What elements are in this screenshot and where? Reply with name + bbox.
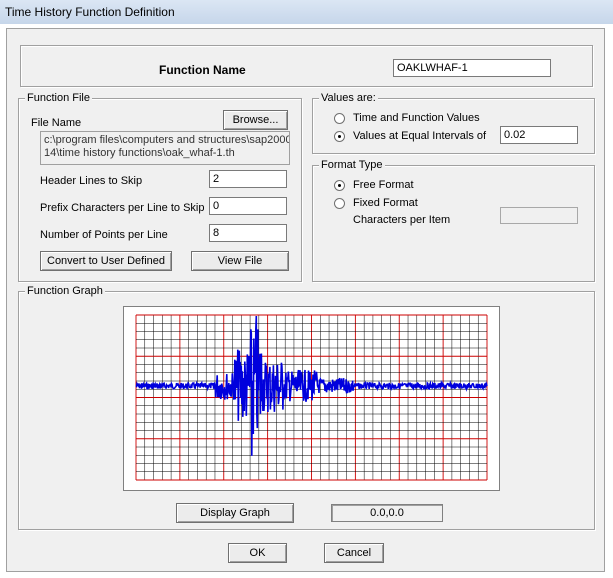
file-name-label: File Name [31, 117, 82, 129]
chars-per-item-label: Characters per Item [353, 214, 451, 226]
window-title: Time History Function Definition [5, 5, 175, 19]
interval-field[interactable]: 0.02 [500, 126, 578, 144]
header-lines-label: Header Lines to Skip [40, 175, 143, 187]
dialog-window: Time History Function Definition Functio… [0, 0, 613, 578]
function-graph-group: Function Graph Display Graph 0.0,0.0 [18, 285, 595, 530]
ok-button[interactable]: OK [228, 543, 287, 563]
fixed-format-label: Fixed Format [353, 197, 418, 209]
free-format-radio[interactable] [334, 180, 345, 191]
time-function-values-label: Time and Function Values [353, 112, 480, 124]
function-name-field[interactable]: OAKLWHAF-1 [393, 59, 551, 77]
function-file-group: Function File File Name Browse... c:\pro… [18, 92, 302, 282]
fixed-format-radio[interactable] [334, 198, 345, 209]
prefix-chars-field[interactable]: 0 [209, 197, 287, 215]
graph-frame [123, 306, 500, 491]
points-per-line-field[interactable]: 8 [209, 224, 287, 242]
view-file-button[interactable]: View File [191, 251, 289, 271]
format-type-group-title: Format Type [319, 159, 385, 172]
format-type-group: Format Type Free Format Fixed Format Cha… [312, 159, 595, 282]
cancel-button[interactable]: Cancel [324, 543, 384, 563]
free-format-label: Free Format [353, 179, 414, 191]
function-file-group-title: Function File [25, 92, 92, 105]
values-are-group: Values are: Time and Function Values Val… [312, 92, 595, 154]
coordinate-readout: 0.0,0.0 [331, 504, 443, 522]
function-graph-plot [135, 314, 488, 481]
file-path-display: c:\program files\computers and structure… [40, 131, 290, 165]
browse-button[interactable]: Browse... [223, 110, 288, 130]
convert-to-user-defined-button[interactable]: Convert to User Defined [40, 251, 172, 271]
header-lines-field[interactable]: 2 [209, 170, 287, 188]
file-path-line-2: 14\time history functions\oak_whaf-1.th [44, 147, 235, 159]
time-function-values-radio[interactable] [334, 113, 345, 124]
title-bar[interactable]: Time History Function Definition [0, 0, 613, 24]
prefix-chars-label: Prefix Characters per Line to Skip [40, 202, 205, 214]
equal-intervals-label: Values at Equal Intervals of [353, 130, 487, 142]
values-are-group-title: Values are: [319, 92, 378, 105]
file-path-line-1: c:\program files\computers and structure… [44, 134, 290, 146]
points-per-line-label: Number of Points per Line [40, 229, 168, 241]
dialog-client-area: Function Name OAKLWHAF-1 Function File F… [6, 28, 605, 572]
equal-intervals-radio[interactable] [334, 131, 345, 142]
chars-per-item-field[interactable] [500, 207, 578, 224]
function-graph-group-title: Function Graph [25, 285, 105, 298]
function-name-panel: Function Name OAKLWHAF-1 [20, 45, 593, 87]
display-graph-button[interactable]: Display Graph [176, 503, 294, 523]
function-name-label: Function Name [159, 63, 246, 77]
